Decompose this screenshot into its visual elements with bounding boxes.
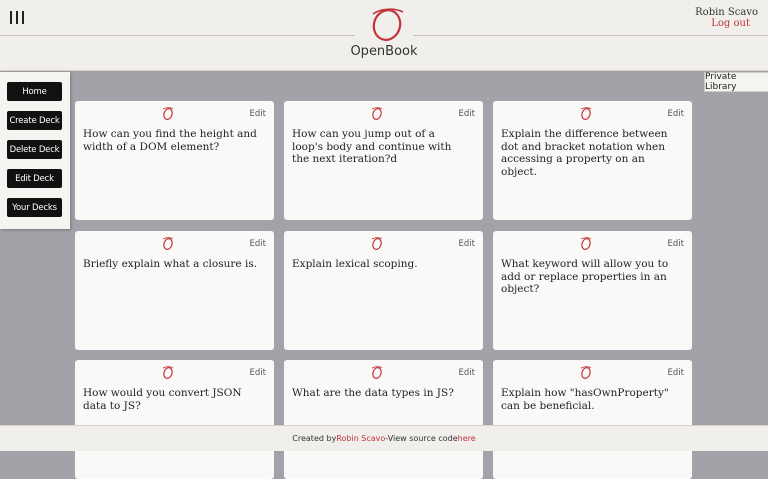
card-question: Explain the difference between dot and b…: [501, 128, 668, 178]
header: OpenBook Robin Scavo Log out: [0, 0, 768, 71]
user-name: Robin Scavo: [695, 7, 758, 18]
card-question: What are the data types in JS?: [292, 387, 454, 399]
flashcard[interactable]: Edit Explain lexical scoping.: [284, 231, 483, 350]
private-library-tab[interactable]: Private Library: [704, 72, 768, 92]
flashcard[interactable]: Edit What keyword will allow you to add …: [493, 231, 692, 350]
edit-link[interactable]: Edit: [250, 109, 266, 119]
card-question: Briefly explain what a closure is.: [83, 258, 258, 270]
logo-small-icon: [371, 366, 383, 379]
flashcard[interactable]: Edit How can you find the height and wid…: [75, 101, 274, 220]
edit-link[interactable]: Edit: [459, 109, 475, 119]
logo-small-icon: [580, 107, 592, 120]
your-decks-button[interactable]: Your Decks: [7, 198, 62, 217]
edit-deck-button[interactable]: Edit Deck: [7, 169, 62, 188]
logo-small-icon: [162, 107, 174, 120]
app-name: OpenBook: [350, 44, 418, 59]
logo-small-icon: [580, 366, 592, 379]
logo-small-icon: [162, 237, 174, 250]
delete-deck-button[interactable]: Delete Deck: [7, 140, 62, 159]
edit-link[interactable]: Edit: [250, 239, 266, 249]
source-code-link[interactable]: here: [458, 434, 476, 443]
card-question: How can you find the height and width of…: [83, 128, 257, 153]
sidebar: Home Create Deck Delete Deck Edit Deck Y…: [0, 72, 70, 229]
card-question: How would you convert JSON data to JS?: [83, 387, 242, 412]
header-divider: [0, 35, 355, 36]
footer-view-source: -View source code: [385, 434, 458, 443]
logo-small-icon: [580, 237, 592, 250]
home-button[interactable]: Home: [7, 82, 62, 101]
edit-link[interactable]: Edit: [668, 368, 684, 378]
flashcard[interactable]: Edit Explain how "hasOwnProperty" can be…: [493, 360, 692, 479]
flashcard[interactable]: Edit How can you jump out of a loop's bo…: [284, 101, 483, 220]
footer-created-by: Created by: [292, 434, 337, 443]
flashcard[interactable]: Edit What are the data types in JS?: [284, 360, 483, 479]
card-question: Explain how "hasOwnProperty" can be bene…: [501, 387, 669, 412]
header-divider: [413, 35, 768, 36]
flashcard[interactable]: Edit Explain the difference between dot …: [493, 101, 692, 220]
edit-link[interactable]: Edit: [668, 239, 684, 249]
create-deck-button[interactable]: Create Deck: [7, 111, 62, 130]
author-link[interactable]: Robin Scavo: [336, 434, 385, 443]
flashcard[interactable]: Edit Briefly explain what a closure is.: [75, 231, 274, 350]
edit-link[interactable]: Edit: [459, 368, 475, 378]
edit-link[interactable]: Edit: [250, 368, 266, 378]
card-question: What keyword will allow you to add or re…: [501, 258, 669, 295]
logo-small-icon: [371, 237, 383, 250]
logo-small-icon: [371, 107, 383, 120]
menu-icon[interactable]: [10, 11, 24, 24]
edit-link[interactable]: Edit: [459, 239, 475, 249]
footer: Created by Robin Scavo -View source code…: [0, 425, 768, 451]
logo-small-icon: [162, 366, 174, 379]
edit-link[interactable]: Edit: [668, 109, 684, 119]
card-question: Explain lexical scoping.: [292, 258, 418, 270]
logo-icon[interactable]: [367, 6, 407, 42]
card-question: How can you jump out of a loop's body an…: [292, 128, 452, 165]
flashcard[interactable]: Edit How would you convert JSON data to …: [75, 360, 274, 479]
logout-link[interactable]: Log out: [711, 18, 750, 29]
